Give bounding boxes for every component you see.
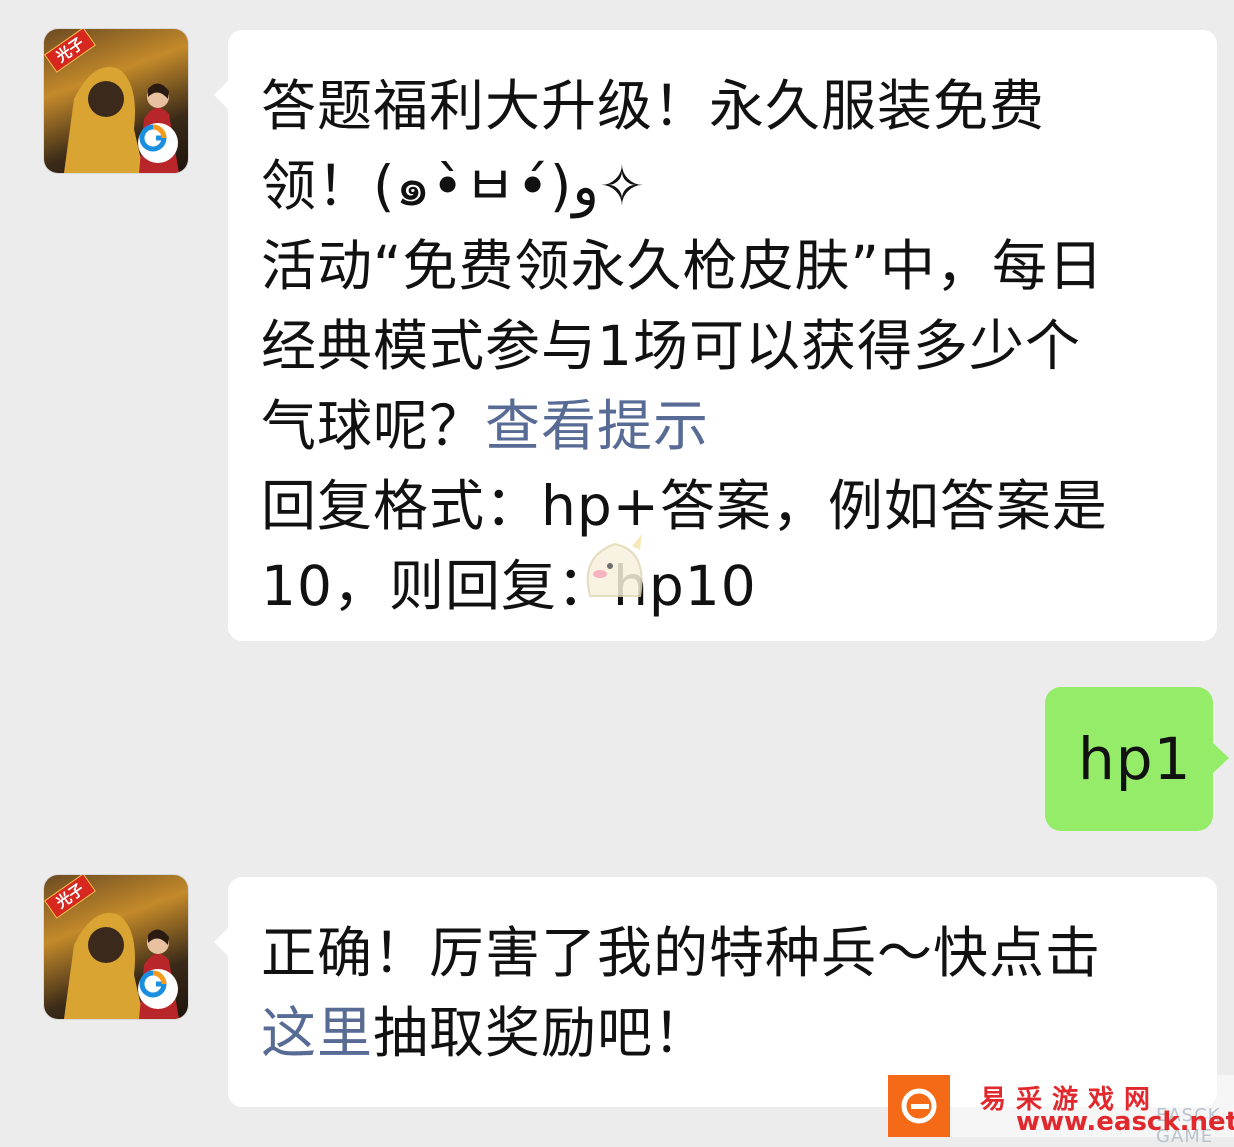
- message-line: 经典模式参与1场可以获得多少个: [261, 314, 1081, 378]
- message-line: 气球呢？查看提示: [261, 386, 1108, 466]
- message-line: 这里抽取奖励吧！: [261, 993, 1101, 1073]
- watermark-mascot-icon: [586, 534, 643, 597]
- watermark-url: www.easck.net: [1016, 1107, 1234, 1137]
- incoming-message-bubble: 答题福利大升级！永久服装免费 领！(๑•̀ㅂ•́)و✧ 活动“免费领永久枪皮肤”…: [214, 30, 1217, 641]
- message-line: 10，则回复：hp10: [261, 554, 757, 618]
- message-line: 活动“免费领永久枪皮肤”中，每日: [261, 234, 1104, 298]
- outgoing-message-bubble: hp1: [1045, 687, 1229, 831]
- message-text: 正确！厉害了我的特种兵～快点击 这里抽取奖励吧！: [261, 913, 1101, 1073]
- message-line: 正确！厉害了我的特种兵～快点击: [261, 921, 1102, 985]
- message-text-segment: 气球呢？: [261, 394, 486, 458]
- message-line: 答题福利大升级！永久服装免费: [261, 74, 1046, 138]
- sender-avatar[interactable]: 光子: [44, 29, 188, 173]
- message-text: hp1: [1078, 725, 1192, 793]
- tencent-games-logo-icon: [138, 969, 178, 1009]
- message-text: 答题福利大升级！永久服装免费 领！(๑•̀ㅂ•́)و✧ 活动“免费领永久枪皮肤”…: [261, 66, 1108, 626]
- incoming-message-bubble: 正确！厉害了我的特种兵～快点击 这里抽取奖励吧！: [214, 877, 1217, 1107]
- site-watermark: 易采游戏网 EASCK GAME www.easck.net: [888, 1075, 1234, 1147]
- site-logo-icon: [888, 1075, 950, 1137]
- draw-reward-link[interactable]: 这里: [261, 1001, 373, 1065]
- message-line: 回复格式：hp+答案，例如答案是: [261, 474, 1108, 538]
- view-hint-link[interactable]: 查看提示: [485, 394, 709, 458]
- message-line: 领！(๑•̀ㅂ•́)و✧: [261, 154, 645, 218]
- tencent-games-logo-icon: [138, 123, 178, 163]
- message-text-segment: 抽取奖励吧！: [373, 1001, 710, 1065]
- sender-avatar[interactable]: 光子: [44, 875, 188, 1019]
